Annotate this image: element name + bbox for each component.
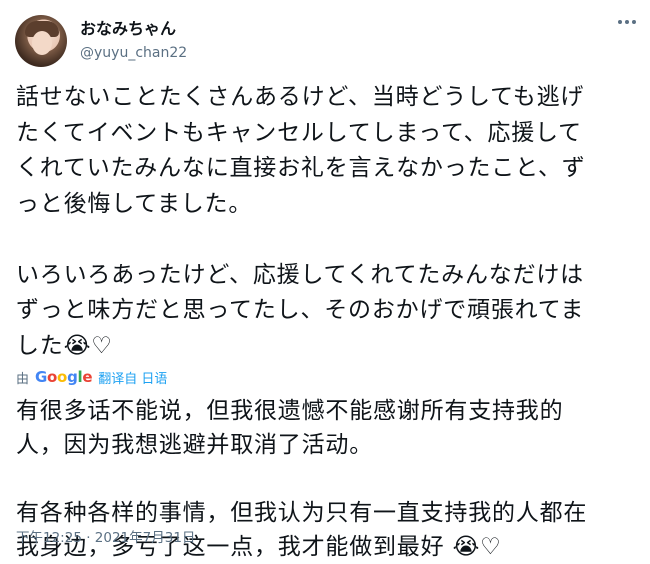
translation-bar: 由 Google 翻译自 日语 bbox=[16, 364, 631, 390]
tweet-card: おなみちゃん @yuyu_chan22 話せないことたくさんあるけど、当時どうし… bbox=[0, 0, 650, 563]
more-dot bbox=[632, 20, 636, 24]
avatar[interactable] bbox=[15, 15, 67, 67]
more-dot bbox=[625, 20, 629, 24]
author-block: おなみちゃん @yuyu_chan22 bbox=[80, 19, 187, 63]
google-logo: Google bbox=[35, 368, 93, 386]
tweet-text-original: 話せないことたくさんあるけど、当時どうしても逃げ たくてイベントもキャンセルして… bbox=[16, 84, 586, 359]
more-dot bbox=[618, 20, 622, 24]
translate-link[interactable]: 翻译自 日语 bbox=[98, 368, 167, 387]
avatar-face bbox=[32, 31, 52, 55]
more-icon[interactable] bbox=[618, 20, 636, 24]
translated-by-label: 由 bbox=[16, 371, 30, 387]
display-name[interactable]: おなみちゃん bbox=[80, 19, 187, 39]
tweet-content: 話せないことたくさんあるけど、当時どうしても逃げ たくてイベントもキャンセルして… bbox=[16, 80, 631, 564]
tweet-timestamp[interactable]: 下午12:25 · 2021年7月31日 bbox=[16, 526, 195, 546]
user-handle[interactable]: @yuyu_chan22 bbox=[80, 43, 187, 63]
